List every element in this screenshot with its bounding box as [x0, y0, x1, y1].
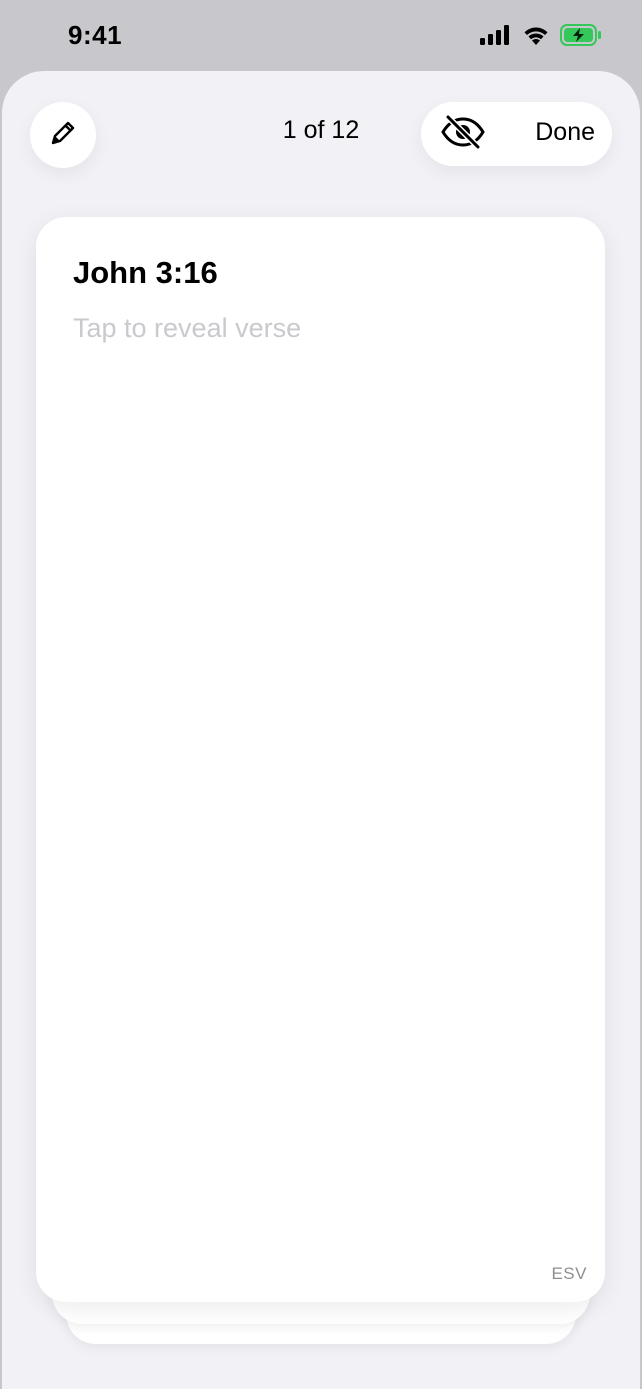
- status-time: 9:41: [68, 20, 123, 50]
- verse-reference: John 3:16: [73, 255, 218, 290]
- cellular-signal-icon: [480, 25, 512, 50]
- card-counter: 1 of 12: [282, 116, 360, 144]
- eye-slash-icon: [440, 114, 486, 154]
- hide-text-button[interactable]: [439, 112, 487, 156]
- verse-card[interactable]: John 3:16 Tap to reveal verse ESV: [36, 217, 605, 1302]
- status-bar: 9:41: [0, 0, 642, 72]
- edit-button[interactable]: [30, 102, 96, 168]
- pencil-icon: [48, 118, 78, 153]
- status-icons: [480, 24, 602, 51]
- battery-charging-icon: [560, 24, 602, 51]
- reveal-hint: Tap to reveal verse: [73, 313, 302, 343]
- toolbar-pill: Done: [421, 102, 612, 166]
- done-button[interactable]: Done: [535, 118, 595, 147]
- wifi-icon: [522, 24, 550, 51]
- translation-label: ESV: [551, 1264, 587, 1283]
- screen: 9:41 1 of 12 Done John 3:16 Tap to revea…: [0, 0, 642, 1389]
